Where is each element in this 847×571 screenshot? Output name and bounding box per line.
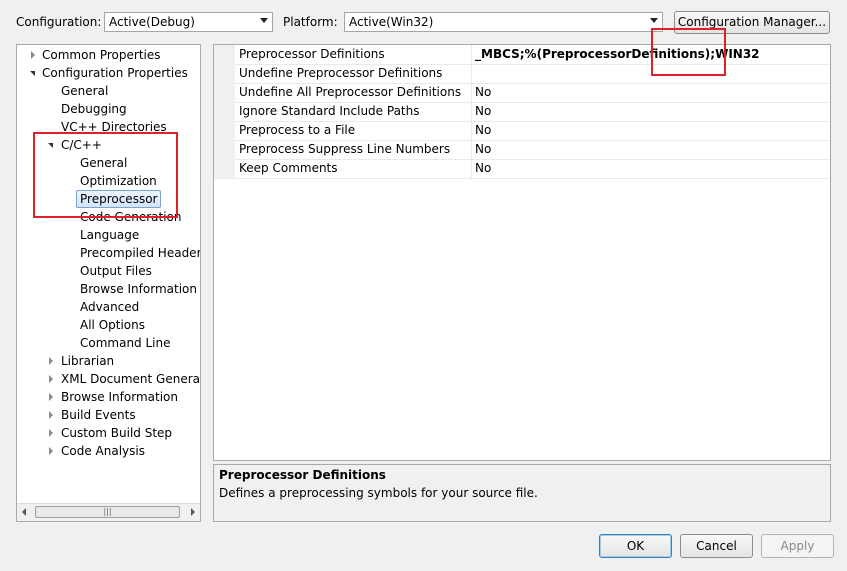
tree-item-browse-information[interactable]: Browse Information	[46, 388, 178, 406]
expand-arrow-icon[interactable]	[49, 429, 53, 437]
property-name: Ignore Standard Include Paths	[239, 104, 420, 118]
description-text: Defines a preprocessing symbols for your…	[219, 486, 538, 500]
tree-item-cpp-browse-information[interactable]: Browse Information	[80, 280, 197, 298]
column-divider	[471, 121, 472, 140]
tree-item-general[interactable]: General	[61, 82, 108, 100]
column-divider	[471, 140, 472, 159]
tree-item-xml-document-generator[interactable]: XML Document Generator	[46, 370, 201, 388]
tree-item-label: Configuration Properties	[42, 66, 188, 80]
property-name: Preprocessor Definitions	[239, 47, 385, 61]
tree-item-librarian[interactable]: Librarian	[46, 352, 114, 370]
tree-item-label: Common Properties	[42, 48, 161, 62]
property-row-undefine-preprocessor-definitions[interactable]: Undefine Preprocessor Definitions	[214, 64, 830, 84]
expand-arrow-icon[interactable]	[31, 51, 35, 59]
expand-arrow-icon[interactable]	[49, 447, 53, 455]
tree-item-common-properties[interactable]: Common Properties	[27, 46, 161, 64]
scrollbar-thumb[interactable]: |||	[35, 506, 180, 518]
property-grid: Preprocessor Definitions _MBCS;%(Preproc…	[213, 44, 831, 461]
tree-item-label: Custom Build Step	[61, 426, 173, 440]
chevron-down-icon	[650, 18, 658, 23]
tree-item-configuration-properties[interactable]: Configuration Properties	[27, 64, 188, 82]
expand-arrow-icon[interactable]	[49, 357, 53, 365]
tree-item-custom-build-step[interactable]: Custom Build Step	[46, 424, 172, 442]
property-value[interactable]: No	[475, 104, 491, 118]
scroll-right-arrow-icon[interactable]	[191, 508, 195, 516]
property-row-preprocess-to-a-file[interactable]: Preprocess to a File No	[214, 121, 830, 141]
tree-item-cpp-all-options[interactable]: All Options	[80, 316, 145, 334]
configuration-dropdown[interactable]: Active(Debug)	[104, 12, 273, 32]
ok-button[interactable]: OK	[599, 534, 672, 558]
column-divider	[471, 102, 472, 121]
column-divider	[471, 159, 472, 178]
tree-horizontal-scrollbar[interactable]: |||	[17, 503, 200, 521]
platform-dropdown[interactable]: Active(Win32)	[344, 12, 663, 32]
property-name: Keep Comments	[239, 161, 338, 175]
expand-arrow-icon[interactable]	[49, 375, 53, 383]
tree-item-label: Browse Information	[61, 390, 178, 404]
platform-value: Active(Win32)	[349, 15, 434, 29]
tree-item-cpp-output-files[interactable]: Output Files	[80, 262, 152, 280]
tree-item-code-analysis[interactable]: Code Analysis	[46, 442, 145, 460]
highlight-box-tree	[33, 132, 178, 218]
tree-item-build-events[interactable]: Build Events	[46, 406, 136, 424]
column-divider	[471, 45, 472, 64]
tree-item-debugging[interactable]: Debugging	[61, 100, 127, 118]
property-name: Undefine Preprocessor Definitions	[239, 66, 443, 80]
column-divider	[471, 83, 472, 102]
property-name: Preprocess Suppress Line Numbers	[239, 142, 451, 156]
property-row-ignore-standard-include-paths[interactable]: Ignore Standard Include Paths No	[214, 102, 830, 122]
property-value[interactable]: No	[475, 85, 491, 99]
property-value[interactable]: No	[475, 161, 491, 175]
configuration-label: Configuration:	[16, 15, 102, 29]
property-row-undefine-all-preprocessor-definitions[interactable]: Undefine All Preprocessor Definitions No	[214, 83, 830, 103]
row-gutter	[214, 45, 235, 64]
property-value[interactable]: No	[475, 123, 491, 137]
tree-item-cpp-precompiled-headers[interactable]: Precompiled Headers	[80, 244, 200, 262]
property-name: Undefine All Preprocessor Definitions	[239, 85, 462, 99]
description-panel: Preprocessor Definitions Defines a prepr…	[213, 464, 831, 522]
column-divider	[471, 64, 472, 83]
tree-item-cpp-language[interactable]: Language	[80, 226, 139, 244]
cancel-button[interactable]: Cancel	[680, 534, 753, 558]
apply-button[interactable]: Apply	[761, 534, 834, 558]
property-row-keep-comments[interactable]: Keep Comments No	[214, 159, 830, 179]
property-tree: Common Properties Configuration Properti…	[16, 44, 201, 522]
chevron-down-icon	[260, 18, 268, 23]
tree-item-label: Librarian	[61, 354, 115, 368]
row-gutter	[214, 83, 235, 102]
property-row-preprocessor-definitions[interactable]: Preprocessor Definitions _MBCS;%(Preproc…	[214, 45, 830, 65]
expand-arrow-icon[interactable]	[49, 411, 53, 419]
description-title: Preprocessor Definitions	[219, 468, 386, 482]
platform-label: Platform:	[283, 15, 338, 29]
tree-item-label: Code Analysis	[61, 444, 145, 458]
row-gutter	[214, 102, 235, 121]
tree-item-label: XML Document Generator	[61, 372, 201, 386]
property-row-preprocess-suppress-line-numbers[interactable]: Preprocess Suppress Line Numbers No	[214, 140, 830, 160]
row-gutter	[214, 121, 235, 140]
tree-item-cpp-advanced[interactable]: Advanced	[80, 298, 139, 316]
tree-item-label: Build Events	[61, 408, 136, 422]
configuration-value: Active(Debug)	[109, 15, 195, 29]
row-gutter	[214, 64, 235, 83]
highlight-box-value	[651, 28, 726, 76]
scroll-left-arrow-icon[interactable]	[22, 508, 26, 516]
row-gutter	[214, 140, 235, 159]
expand-arrow-icon[interactable]	[49, 393, 53, 401]
property-name: Preprocess to a File	[239, 123, 356, 137]
property-value[interactable]: No	[475, 142, 491, 156]
collapse-arrow-icon[interactable]	[30, 71, 35, 76]
row-gutter	[214, 159, 235, 178]
tree-item-cpp-command-line[interactable]: Command Line	[80, 334, 171, 352]
